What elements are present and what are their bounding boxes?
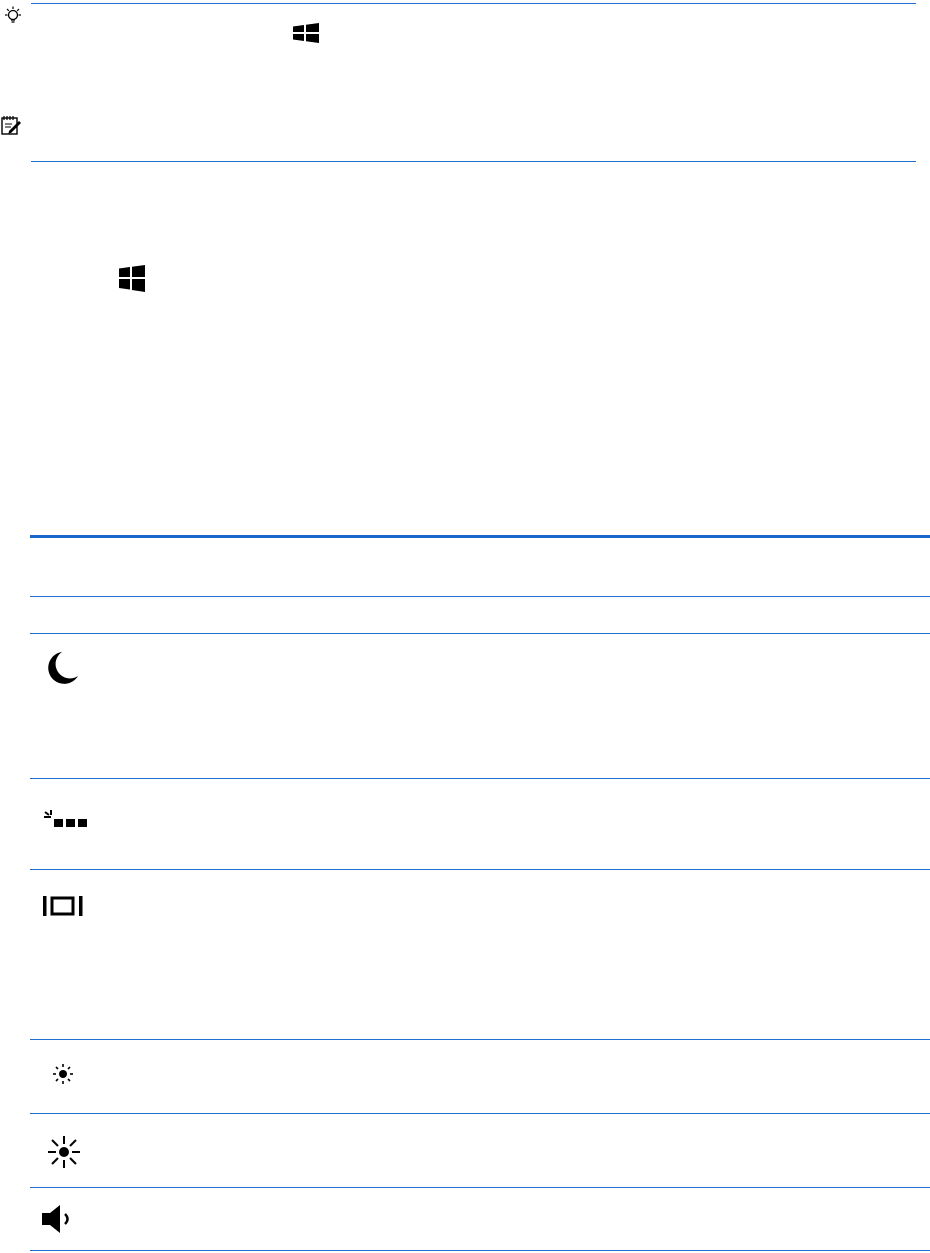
- note-pad-icon: [0, 114, 22, 136]
- table-bottom-rule: [30, 1250, 930, 1251]
- windows-key-icon: [292, 23, 320, 43]
- screen-switch-icon: [42, 895, 84, 917]
- table-top-rule: [30, 535, 930, 538]
- lightbulb-icon: [2, 6, 24, 26]
- table-row-divider: [30, 869, 930, 870]
- table-row-divider: [30, 1187, 930, 1188]
- table-header-rule: [30, 596, 930, 597]
- speaker-volume-icon: [40, 1204, 76, 1234]
- windows-key-icon: [118, 264, 146, 293]
- table-row-divider: [30, 1039, 930, 1040]
- keyboard-backlight-icon: [42, 810, 88, 828]
- notes-top-rule: [31, 3, 916, 4]
- brightness-up-icon: [46, 1135, 82, 1169]
- table-row-divider: [30, 633, 930, 634]
- brightness-down-icon: [52, 1063, 74, 1085]
- sleep-moon-icon: [42, 648, 82, 688]
- table-row-divider: [30, 778, 930, 779]
- notes-bottom-rule: [31, 161, 916, 162]
- table-row-divider: [30, 1113, 930, 1114]
